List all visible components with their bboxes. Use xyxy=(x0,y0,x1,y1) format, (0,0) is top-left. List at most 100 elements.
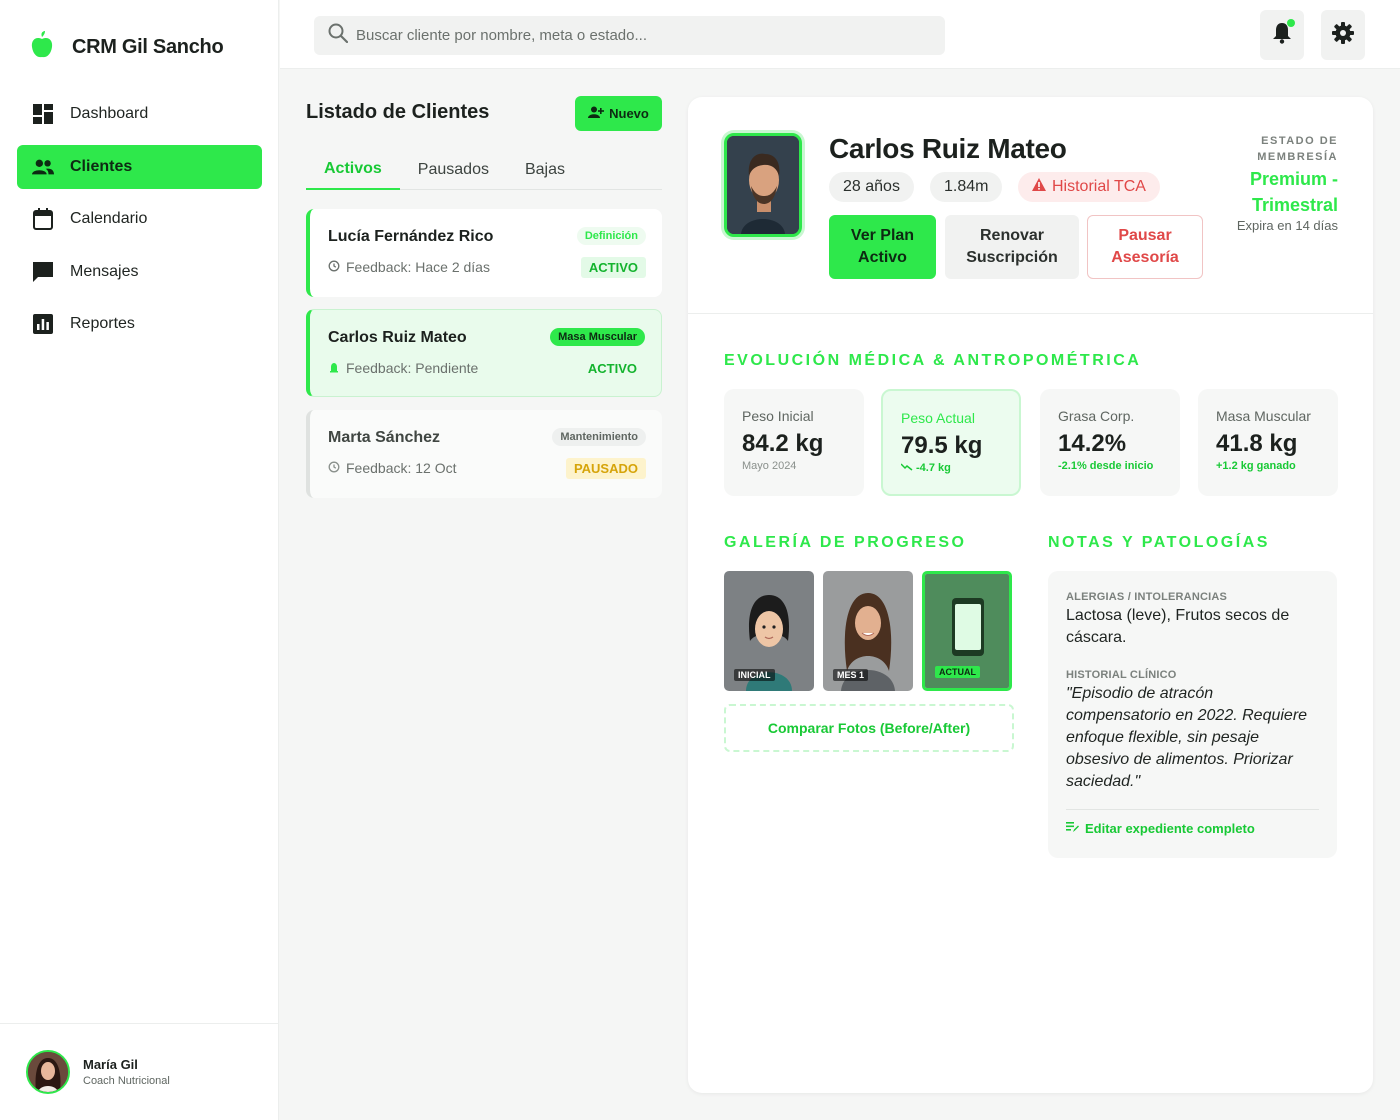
view-plan-button[interactable]: Ver Plan Activo xyxy=(829,215,936,279)
metric-label: Masa Muscular xyxy=(1216,408,1311,424)
notes-section-title: NOTAS Y PATOLOGÍAS xyxy=(1048,534,1270,551)
metric-value: 79.5 kg xyxy=(901,432,983,459)
history-icon xyxy=(328,259,340,275)
notes-card: ALERGIAS / INTOLERANCIAS Lactosa (leve),… xyxy=(1048,571,1337,858)
feedback-text: Feedback: 12 Oct xyxy=(346,460,457,476)
client-status-tabs: Activos Pausados Bajas xyxy=(306,150,662,190)
client-name: Carlos Ruiz Mateo xyxy=(328,329,467,346)
sidebar-item-mensajes[interactable]: Mensajes xyxy=(17,250,262,294)
history-icon xyxy=(328,460,340,476)
chart-icon xyxy=(32,313,54,335)
users-icon xyxy=(32,156,54,178)
metric-label: Peso Actual xyxy=(901,410,975,426)
client-photo xyxy=(724,133,802,237)
metric-value: 84.2 kg xyxy=(742,430,824,457)
compare-photos-button[interactable]: Comparar Fotos (Before/After) xyxy=(724,704,1014,752)
client-detail-panel: Carlos Ruiz Mateo 28 años 1.84m Historia… xyxy=(688,97,1373,1093)
metric-card-body-fat: Grasa Corp. 14.2% -2.1% desde inicio xyxy=(1040,389,1180,496)
photo-label: ACTUAL xyxy=(935,666,980,678)
metric-sub: +1.2 kg ganado xyxy=(1216,460,1296,472)
sidebar-item-dashboard[interactable]: Dashboard xyxy=(17,92,262,136)
metric-sub-text: -4.7 kg xyxy=(916,462,951,474)
sidebar: CRM Gil Sancho Dashboard Clientes Calend… xyxy=(0,0,279,1120)
status-badge: ACTIVO xyxy=(580,257,646,278)
height-pill: 1.84m xyxy=(930,172,1003,202)
clinical-history-text: "Episodio de atracón compensatorio en 20… xyxy=(1066,685,1308,790)
notifications-button[interactable] xyxy=(1260,10,1304,60)
sidebar-item-reportes[interactable]: Reportes xyxy=(17,302,262,346)
goal-tag: Definición xyxy=(576,227,646,245)
client-feedback: Feedback: 12 Oct xyxy=(328,460,457,476)
feedback-text: Feedback: Pendiente xyxy=(346,360,479,376)
client-name: Lucía Fernández Rico xyxy=(328,228,494,245)
metric-label: Grasa Corp. xyxy=(1058,408,1135,424)
tab-pausados[interactable]: Pausados xyxy=(400,150,507,190)
goal-tag: Masa Muscular xyxy=(550,328,645,346)
client-name-heading: Carlos Ruiz Mateo xyxy=(829,133,1067,164)
sidebar-item-label: Clientes xyxy=(70,157,133,175)
sidebar-item-calendario[interactable]: Calendario xyxy=(17,197,262,241)
topbar xyxy=(280,0,1400,69)
age-pill: 28 años xyxy=(829,172,914,202)
search-bar xyxy=(314,16,945,55)
progress-photo-month1[interactable]: MES 1 xyxy=(823,571,913,691)
metric-sub: -2.1% desde inicio xyxy=(1058,460,1154,472)
pause-coaching-button[interactable]: Pausar Asesoría xyxy=(1087,215,1203,279)
evolution-section-title: EVOLUCIÓN MÉDICA & ANTROPOMÉTRICA xyxy=(724,352,1142,369)
client-card[interactable]: Carlos Ruiz Mateo Feedback: Pendiente Ma… xyxy=(306,309,662,397)
goal-tag: Mantenimiento xyxy=(552,428,646,446)
feedback-text: Feedback: Hace 2 días xyxy=(346,259,490,275)
sidebar-item-label: Dashboard xyxy=(70,105,149,122)
client-feedback: Feedback: Pendiente xyxy=(328,360,478,376)
new-client-label: Nuevo xyxy=(609,106,649,121)
gallery-section-title: GALERÍA DE PROGRESO xyxy=(724,534,967,551)
membership-plan: Premium - Trimestral xyxy=(1249,169,1338,215)
tca-alert-label: Historial TCA xyxy=(1052,178,1146,195)
warning-icon xyxy=(1032,178,1046,196)
photo-label: INICIAL xyxy=(734,669,775,681)
sidebar-item-label: Mensajes xyxy=(70,262,139,280)
metric-card-current-weight: Peso Actual 79.5 kg -4.7 kg xyxy=(881,389,1021,496)
membership-label: ESTADO DE MEMBRESÍA xyxy=(1257,135,1338,163)
client-card[interactable]: Marta Sánchez Feedback: 12 Oct Mantenimi… xyxy=(306,410,662,498)
sidebar-item-label: Calendario xyxy=(70,210,148,227)
renew-subscription-button[interactable]: Renovar Suscripción xyxy=(945,215,1079,279)
progress-photo-current[interactable]: ACTUAL xyxy=(922,571,1012,691)
calendar-icon xyxy=(32,208,54,230)
clinical-history-label: HISTORIAL CLÍNICO xyxy=(1066,669,1177,681)
metric-value: 14.2% xyxy=(1058,430,1127,457)
clients-list-title: Listado de Clientes xyxy=(306,101,490,123)
metric-card-muscle-mass: Masa Muscular 41.8 kg +1.2 kg ganado xyxy=(1198,389,1338,496)
brand[interactable]: CRM Gil Sancho xyxy=(30,30,224,65)
metric-sub: -4.7 kg xyxy=(900,462,951,474)
sidebar-item-clientes[interactable]: Clientes xyxy=(17,144,262,189)
client-feedback: Feedback: Hace 2 días xyxy=(328,259,490,275)
metric-card-initial-weight: Peso Inicial 84.2 kg Mayo 2024 xyxy=(724,389,864,496)
tca-alert-badge: Historial TCA xyxy=(1018,172,1160,202)
metric-value: 41.8 kg xyxy=(1216,430,1298,457)
apple-logo-icon xyxy=(30,30,54,65)
metric-sub: Mayo 2024 xyxy=(742,460,797,472)
client-name: Marta Sánchez xyxy=(328,429,441,446)
divider xyxy=(688,313,1373,314)
tab-bajas[interactable]: Bajas xyxy=(507,150,583,190)
edit-record-label: Editar expediente completo xyxy=(1085,821,1255,836)
sidebar-item-label: Reportes xyxy=(70,315,135,332)
dashboard-icon xyxy=(32,103,54,125)
user-profile[interactable]: María Gil Coach Nutricional xyxy=(0,1023,279,1120)
tab-activos[interactable]: Activos xyxy=(306,150,400,190)
membership-expiry: Expira en 14 días xyxy=(1236,218,1338,233)
search-icon xyxy=(328,23,349,48)
alarm-icon xyxy=(328,360,340,376)
trend-down-icon xyxy=(900,462,913,474)
progress-photo-initial[interactable]: INICIAL xyxy=(724,571,814,691)
sidebar-nav: Dashboard Clientes Calendario Mensajes R… xyxy=(17,92,262,355)
search-input[interactable] xyxy=(356,27,916,44)
status-badge: ACTIVO xyxy=(587,361,637,376)
new-client-button[interactable]: Nuevo xyxy=(575,96,662,131)
settings-button[interactable] xyxy=(1321,10,1365,60)
brand-name: CRM Gil Sancho xyxy=(72,36,224,58)
client-card[interactable]: Lucía Fernández Rico Feedback: Hace 2 dí… xyxy=(306,209,662,297)
metric-label: Peso Inicial xyxy=(742,408,814,424)
edit-record-link[interactable]: Editar expediente completo xyxy=(1066,821,1255,836)
